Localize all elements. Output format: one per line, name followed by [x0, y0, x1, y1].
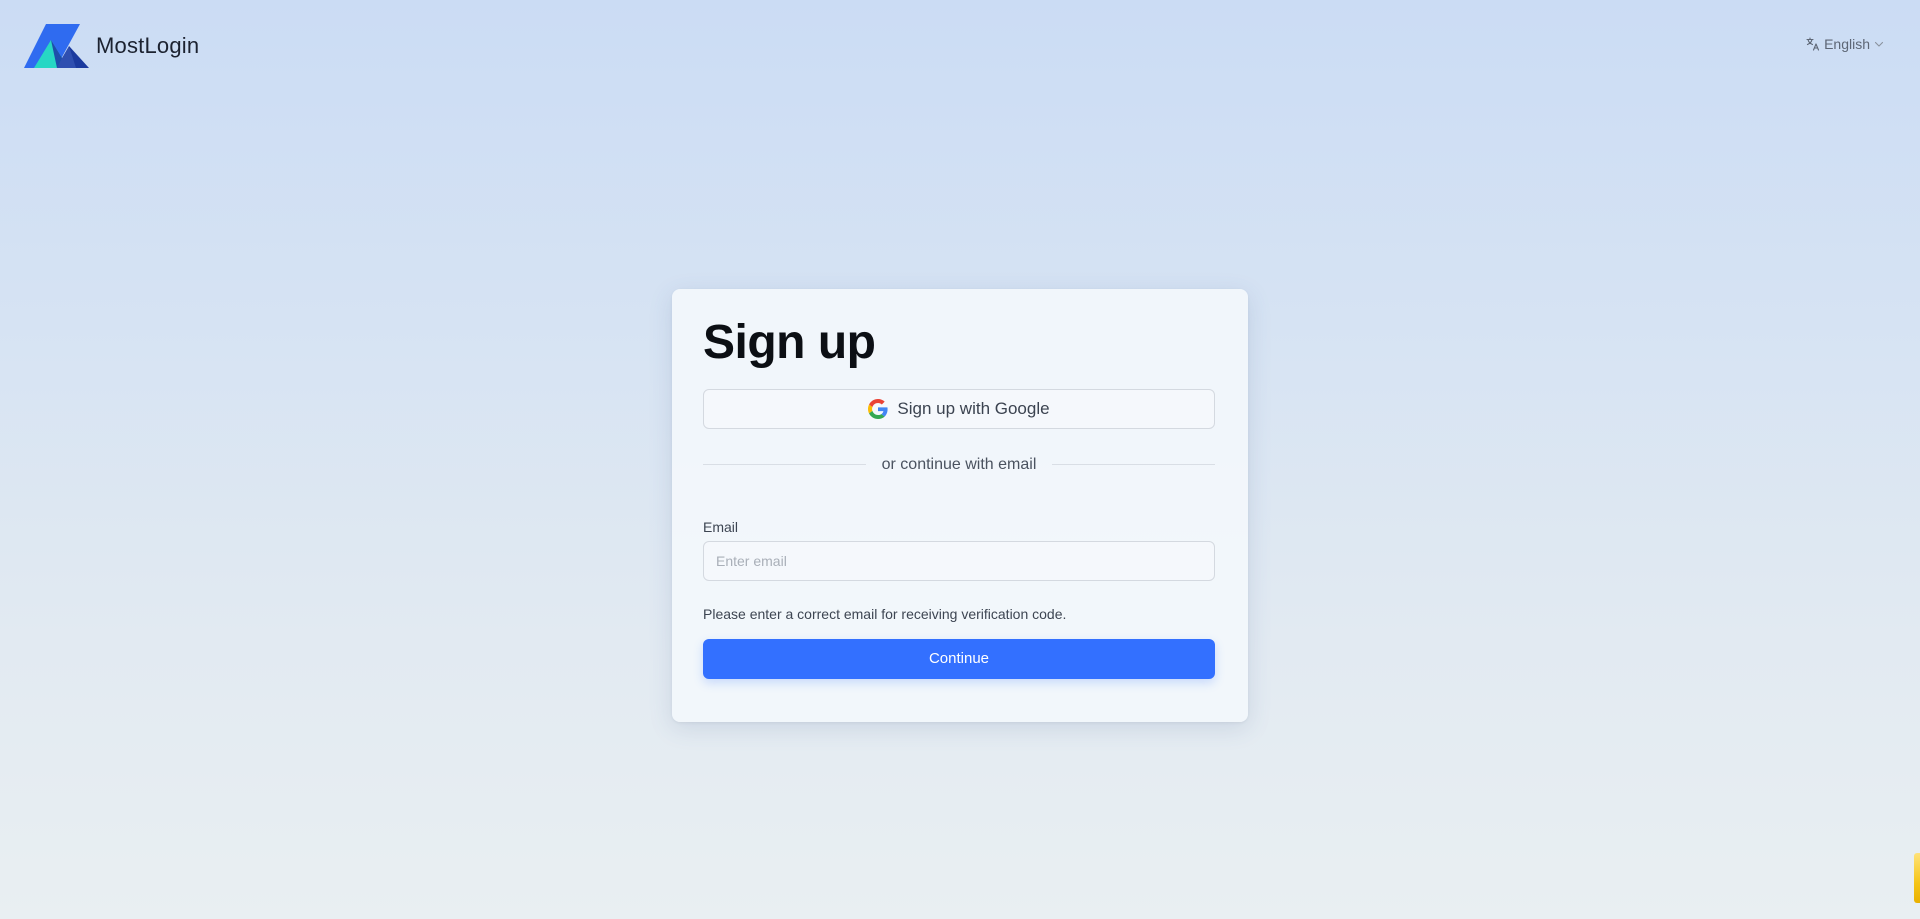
mostlogin-logo-icon	[24, 24, 89, 68]
continue-button[interactable]: Continue	[703, 638, 1215, 679]
divider-line-left	[703, 464, 866, 466]
chevron-down-icon	[1874, 41, 1884, 47]
translate-icon	[1806, 37, 1820, 51]
language-label: English	[1824, 36, 1870, 52]
divider-line-right	[1052, 464, 1215, 466]
top-header: MostLogin English	[0, 0, 1920, 95]
or-divider: or continue with email	[703, 456, 1215, 474]
email-hint: Please enter a correct email for receivi…	[703, 605, 1067, 622]
floating-side-tab[interactable]	[1914, 853, 1920, 903]
language-selector[interactable]: English	[1806, 36, 1884, 52]
email-input[interactable]	[703, 540, 1215, 581]
google-icon	[868, 398, 888, 419]
brand-name: MostLogin	[96, 33, 200, 58]
email-label: Email	[703, 518, 739, 535]
signup-card: Sign up Sign up with Google or continue …	[672, 289, 1248, 722]
google-button-label: Sign up with Google	[897, 398, 1050, 418]
page-title: Sign up	[703, 316, 876, 369]
google-signup-button[interactable]: Sign up with Google	[703, 388, 1215, 429]
divider-text: or continue with email	[881, 455, 1037, 473]
brand[interactable]: MostLogin	[24, 24, 199, 68]
